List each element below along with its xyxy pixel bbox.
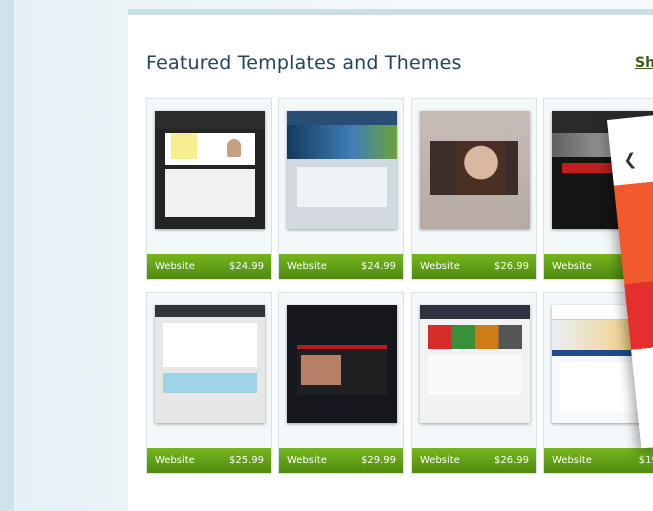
thumbnail-accent [163,373,257,393]
template-thumbnail[interactable] [155,305,265,423]
template-thumbnail[interactable] [155,111,265,229]
template-thumbnail[interactable] [420,305,530,423]
thumbnail-header [287,111,397,125]
card-price: $26.99 [494,455,529,466]
card-type: Website [287,455,327,466]
card-footer: Website $19. [544,448,653,473]
card-price: $25.99 [229,455,264,466]
template-thumbnail[interactable] [287,305,397,423]
card-type: Website [155,261,195,272]
template-thumbnail[interactable] [287,111,397,229]
card-type: Website [155,455,195,466]
card-price: $29.99 [361,455,396,466]
template-card[interactable]: Website $24.99 [278,98,404,280]
template-card[interactable]: Website $24.99 [146,98,272,280]
thumbnail-header [420,305,530,319]
card-type: Website [420,455,460,466]
card-price: $24.99 [361,261,396,272]
template-thumbnail[interactable] [420,111,530,229]
card-footer: Website $26.99 [412,448,536,473]
card-price: $19. [638,455,653,466]
template-card[interactable]: Website $29.99 [278,292,404,474]
template-card[interactable]: Website $26.99 [411,292,537,474]
thumbnail-banner [287,125,397,159]
card-footer: Website $24.99 [279,254,403,279]
template-card[interactable]: Website $26.99 [411,98,537,280]
portrait-image [456,141,506,195]
thumbnail-body [163,323,257,367]
show-all-link[interactable]: Sho [635,55,653,71]
card-footer: Website $24.99 [147,254,271,279]
card-footer: Website $26.99 [412,254,536,279]
card-type: Website [420,261,460,272]
thumbnail-header [155,305,265,317]
thumbnail-body [297,167,387,207]
sticky-note [171,133,197,159]
card-footer: Website $25.99 [147,448,271,473]
card-footer: Website $29.99 [279,448,403,473]
thumbnail-body [165,169,255,217]
card-type: Website [552,261,592,272]
chevron-left-icon[interactable]: ❮ [622,149,637,169]
template-card[interactable]: Website $25.99 [146,292,272,474]
thumbnail-tiles [428,325,522,349]
card-price: $26.99 [494,261,529,272]
card-type: Website [287,261,327,272]
portrait-image [227,139,241,157]
portrait-image [301,355,341,385]
card-price: $24.99 [229,261,264,272]
thumbnail-hero [165,133,255,165]
card-type: Website [552,455,592,466]
thumbnail-body [428,355,522,395]
thumbnail-header [155,111,265,129]
section-title: Featured Templates and Themes [146,52,462,74]
